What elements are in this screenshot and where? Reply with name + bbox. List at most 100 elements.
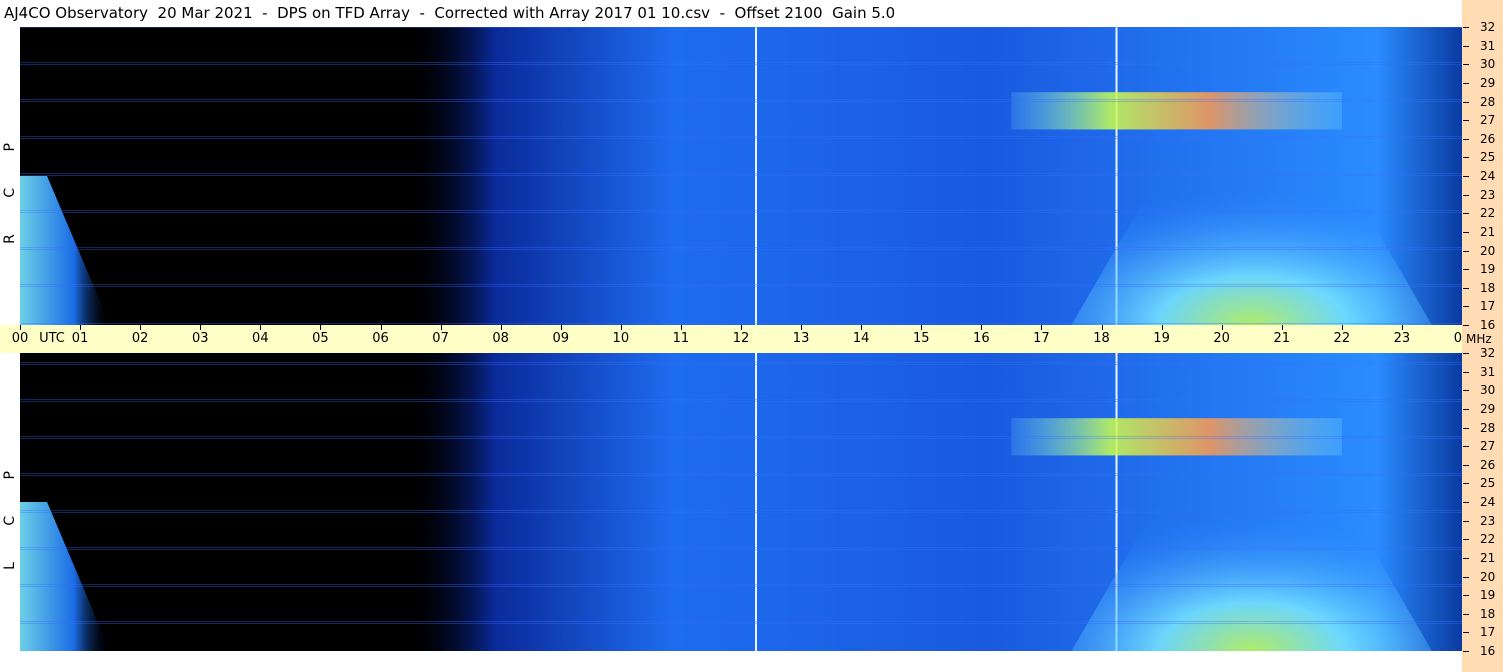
interference-streak bbox=[20, 173, 1462, 174]
mhz-tick-label: 30 bbox=[1480, 57, 1496, 72]
interference-streak bbox=[20, 101, 1462, 102]
utc-tick-label: 08 bbox=[492, 331, 509, 346]
utc-tick-label: 01 bbox=[71, 331, 89, 346]
interference-streak bbox=[20, 364, 1462, 365]
rcp-early-emission bbox=[20, 176, 111, 325]
mhz-tick-label: 21 bbox=[1480, 550, 1496, 565]
mhz-tick-label: 28 bbox=[1480, 420, 1496, 435]
mhz-tick-mark bbox=[1463, 157, 1469, 159]
mhz-tick-mark bbox=[1463, 539, 1469, 541]
mhz-tick-label: 29 bbox=[1480, 401, 1496, 416]
utc-unit-label: UTC bbox=[39, 331, 65, 346]
utc-tick-mark bbox=[260, 325, 262, 330]
interference-streak bbox=[20, 247, 1462, 248]
utc-tick-mark bbox=[741, 325, 742, 330]
mhz-tick-mark bbox=[1463, 502, 1469, 503]
mhz-tick-mark bbox=[1463, 269, 1469, 271]
utc-tick-label: 20 bbox=[1213, 331, 1230, 346]
mhz-tick-mark bbox=[1463, 371, 1469, 373]
mhz-tick-label: 16 bbox=[1480, 644, 1496, 658]
mhz-tick-mark bbox=[1463, 27, 1469, 28]
utc-tick-mark bbox=[200, 325, 202, 330]
mhz-tick-label: 22 bbox=[1480, 206, 1496, 221]
utc-tick-label: 04 bbox=[252, 331, 269, 346]
mhz-tick-mark bbox=[1463, 101, 1469, 103]
utc-tick-label: 03 bbox=[191, 331, 209, 346]
utc-tick-mark bbox=[921, 325, 923, 330]
utc-tick-mark bbox=[1341, 325, 1343, 330]
utc-tick-label: 09 bbox=[552, 331, 570, 346]
interference-streak bbox=[20, 175, 1462, 176]
utc-time-axis: 00 01 02 03 04 05 06 07 08 09 10 11 12 13 14 15 16 17 18 19… bbox=[0, 325, 1470, 353]
mhz-tick-label: 22 bbox=[1480, 532, 1496, 547]
chart-title: AJ4CO Observatory 20 Mar 2021 - DPS on T… bbox=[4, 4, 896, 22]
mhz-tick-mark bbox=[1463, 557, 1469, 559]
mhz-tick-label: 20 bbox=[1480, 243, 1496, 258]
utc-tick-mark bbox=[1041, 325, 1043, 330]
utc-tick-label: 06 bbox=[372, 331, 389, 346]
mhz-tick-label: 16 bbox=[1480, 318, 1496, 332]
mhz-tick-label: 21 bbox=[1480, 224, 1496, 239]
utc-tick-mark bbox=[680, 325, 682, 330]
interference-streak bbox=[20, 99, 1462, 100]
mhz-tick-label: 32 bbox=[1480, 20, 1496, 34]
mhz-tick-label: 26 bbox=[1480, 457, 1496, 472]
interference-streak bbox=[20, 623, 1462, 624]
interference-streak bbox=[20, 621, 1462, 622]
interference-streak bbox=[20, 284, 1462, 285]
utc-tick-mark bbox=[1221, 325, 1223, 330]
interference-streak bbox=[20, 547, 1462, 548]
utc-tick-label: 12 bbox=[732, 331, 750, 346]
utc-tick-mark bbox=[1161, 325, 1163, 330]
mhz-tick-mark bbox=[1463, 408, 1469, 410]
utc-tick-label: 00 bbox=[11, 331, 29, 346]
mhz-tick-label: 17 bbox=[1480, 299, 1496, 314]
lcp-heatmap-svg bbox=[20, 353, 1462, 651]
interference-streak bbox=[20, 436, 1462, 437]
interference-streak bbox=[20, 438, 1462, 439]
mhz-tick-mark bbox=[1463, 483, 1469, 485]
interference-streak bbox=[20, 584, 1462, 585]
utc-tick-label: 10 bbox=[612, 331, 630, 346]
interference-streak bbox=[20, 362, 1462, 363]
mhz-tick-label: 31 bbox=[1480, 364, 1496, 379]
utc-tick-label: 17 bbox=[1033, 331, 1050, 346]
mhz-tick-label: 25 bbox=[1480, 476, 1496, 491]
mhz-tick-label: 32 bbox=[1480, 346, 1496, 360]
interference-streak bbox=[20, 473, 1462, 474]
mhz-tick-label: 25 bbox=[1480, 150, 1496, 165]
mhz-tick-mark bbox=[1463, 390, 1469, 392]
utc-tick-label: 23 bbox=[1393, 331, 1411, 346]
interference-streak bbox=[20, 399, 1462, 400]
mhz-tick-mark bbox=[1463, 595, 1469, 597]
lcp-spectrogram bbox=[20, 353, 1462, 651]
rcp-label: R C P bbox=[2, 127, 18, 244]
mhz-tick-label: 18 bbox=[1480, 280, 1496, 295]
mhz-tick-mark bbox=[1463, 120, 1469, 122]
mhz-tick-mark bbox=[1463, 651, 1469, 652]
utc-tick-label: 11 bbox=[672, 331, 690, 346]
mhz-tick-label: 24 bbox=[1480, 495, 1496, 509]
utc-tick-mark bbox=[861, 325, 863, 330]
utc-tick-mark bbox=[440, 325, 442, 330]
mhz-unit-label: MHz bbox=[1466, 332, 1492, 346]
mhz-tick-label: 24 bbox=[1480, 169, 1496, 183]
utc-tick-label: 14 bbox=[852, 331, 870, 346]
interference-streak bbox=[20, 586, 1462, 587]
interference-streak bbox=[20, 249, 1462, 250]
utc-tick-mark bbox=[981, 325, 983, 330]
utc-tick-mark bbox=[560, 325, 562, 330]
utc-tick-mark bbox=[801, 325, 803, 330]
mhz-tick-mark bbox=[1463, 138, 1469, 140]
mhz-tick-mark bbox=[1463, 353, 1469, 354]
interference-streak bbox=[20, 138, 1462, 139]
lcp-vertical-line bbox=[755, 353, 758, 651]
utc-tick-label: 21 bbox=[1273, 331, 1291, 346]
mhz-tick-label: 17 bbox=[1480, 625, 1496, 640]
interference-streak bbox=[20, 286, 1462, 287]
mhz-tick-mark bbox=[1463, 82, 1469, 84]
utc-tick-label: 22 bbox=[1333, 331, 1351, 346]
mhz-tick-mark bbox=[1463, 250, 1469, 252]
mhz-tick-label: 19 bbox=[1480, 588, 1496, 603]
utc-tick-mark bbox=[1281, 325, 1283, 330]
